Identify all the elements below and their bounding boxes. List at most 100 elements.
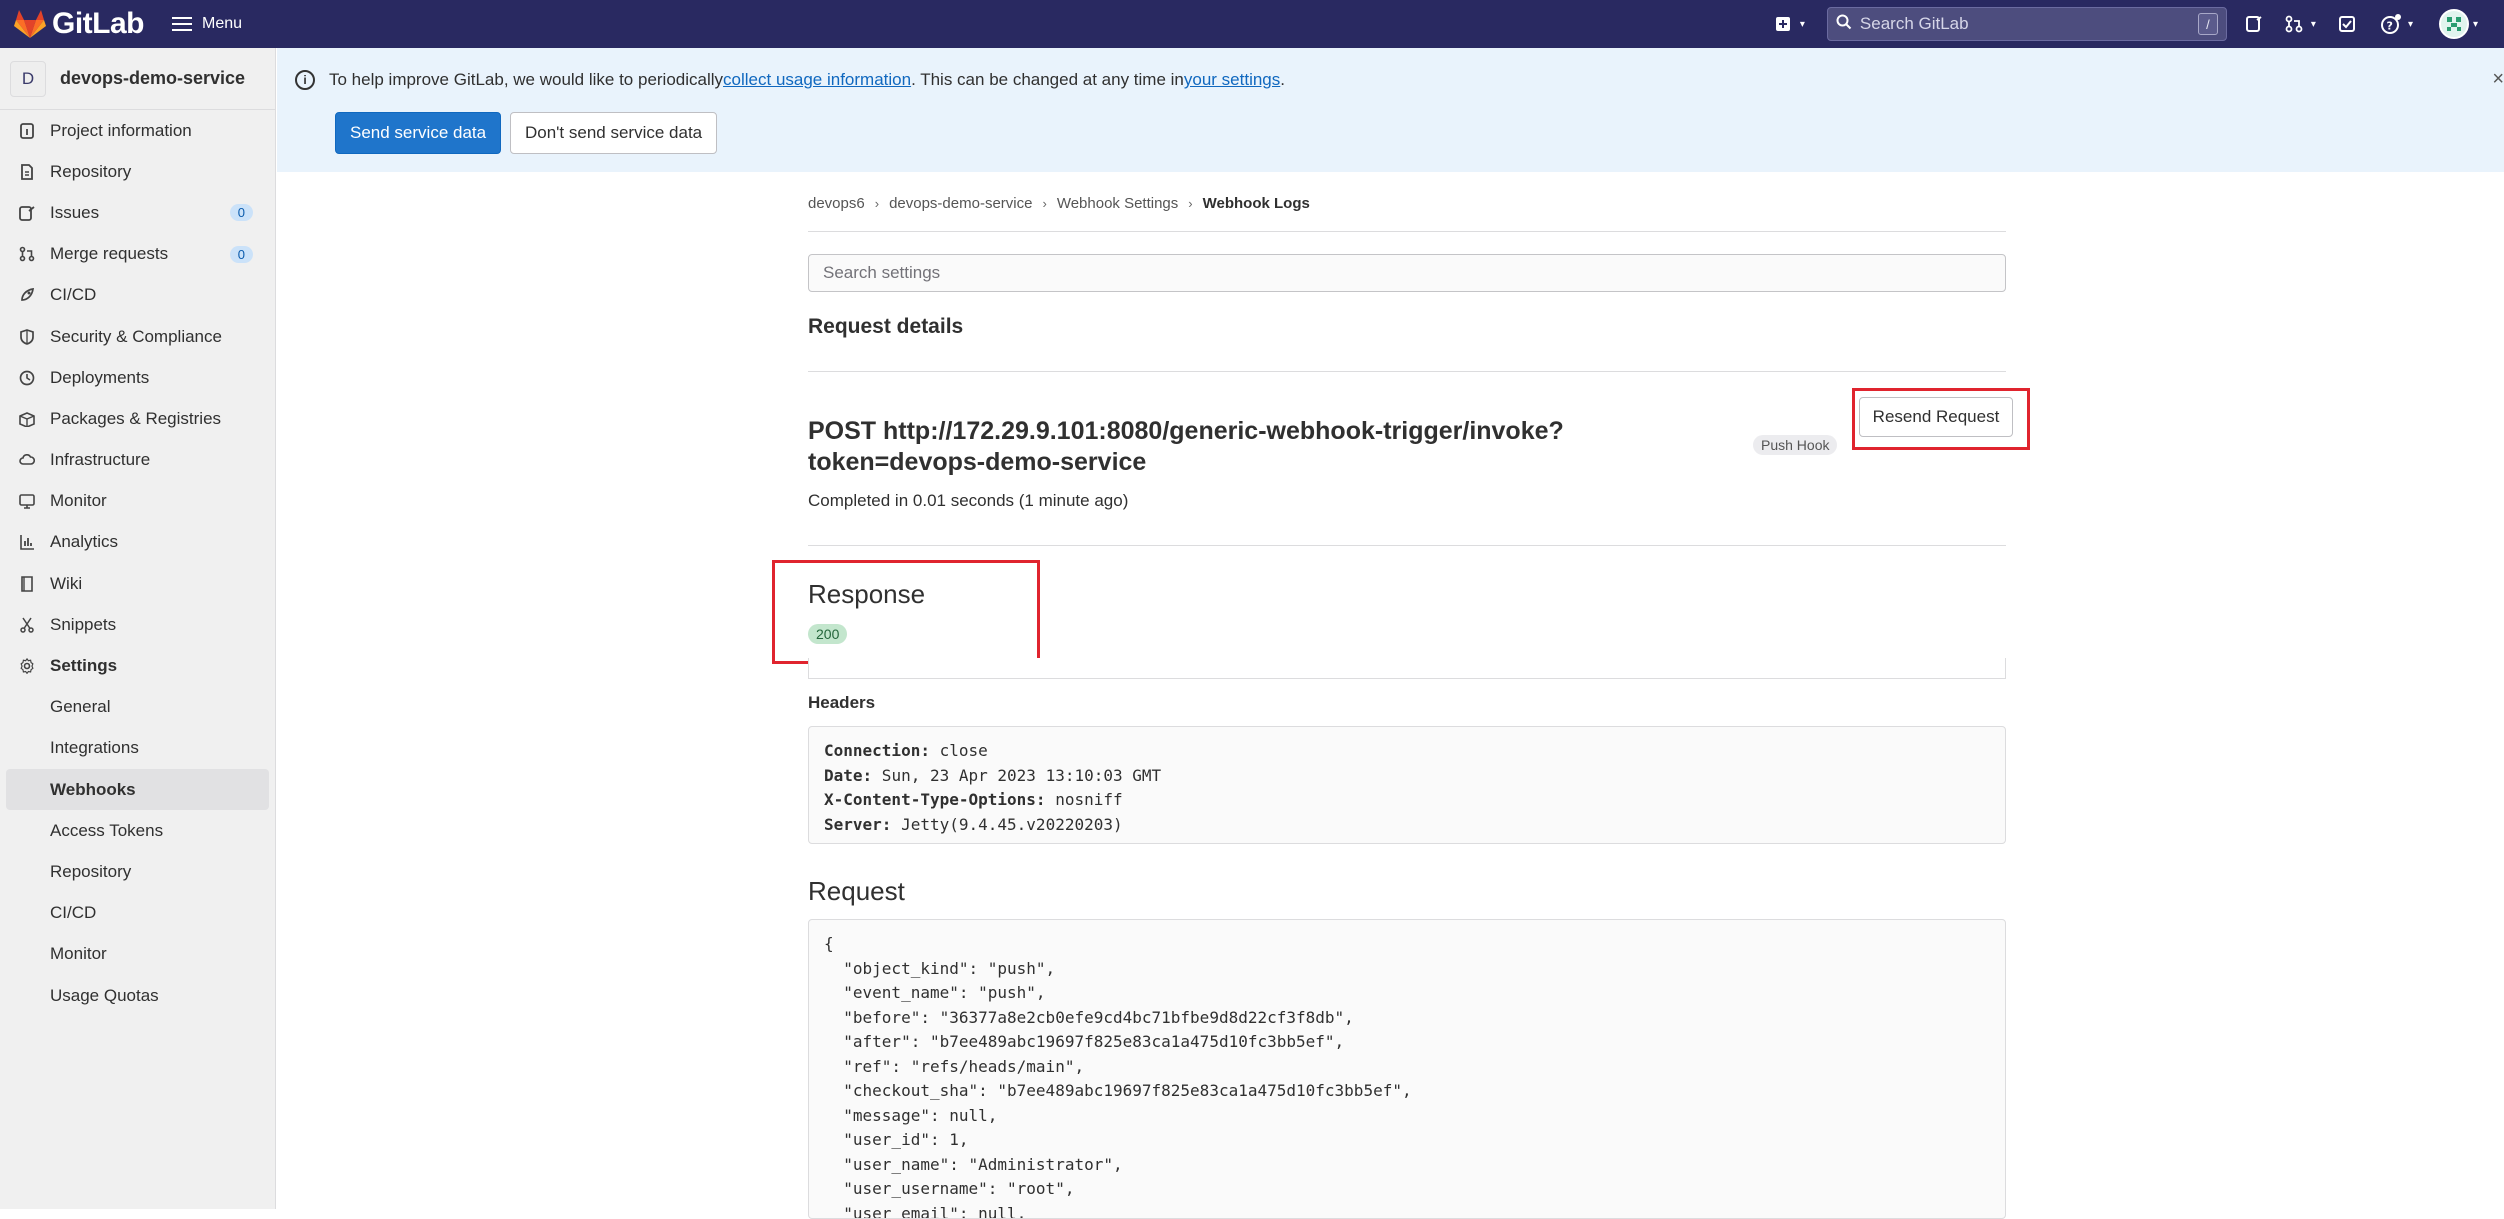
sidebar-item-label: Snippets — [50, 614, 117, 634]
help-icon: ? — [2378, 11, 2404, 37]
chart-icon — [18, 533, 36, 551]
cloud-gear-icon — [18, 451, 36, 469]
sidebar-item-label: Repository — [50, 161, 132, 181]
collect-usage-link[interactable]: collect usage information — [723, 70, 911, 90]
settings-search-input[interactable] — [808, 254, 2006, 292]
settings-sub-general[interactable]: General — [0, 687, 275, 728]
breadcrumb-item[interactable]: devops-demo-service — [889, 195, 1032, 212]
sidebar-item-security-compliance[interactable]: Security & Compliance — [0, 316, 275, 357]
breadcrumb-item[interactable]: Webhook Settings — [1057, 195, 1178, 212]
sidebar-item-repository[interactable]: Repository — [0, 151, 275, 192]
user-avatar — [2438, 9, 2469, 39]
menu-label: Menu — [202, 15, 243, 32]
plus-square-icon — [1770, 11, 1796, 37]
sidebar-item-issues[interactable]: Issues 0 — [0, 192, 275, 233]
headers-label: Headers — [808, 693, 876, 712]
sidebar-item-ci-cd[interactable]: CI/CD — [0, 275, 275, 316]
sidebar-item-label: Infrastructure — [50, 450, 151, 470]
menu-button[interactable]: Menu — [172, 15, 242, 33]
info-icon: i — [295, 70, 315, 90]
divider — [808, 545, 2006, 546]
request-body-box: { "object_kind": "push", "event_name": "… — [808, 919, 2006, 1219]
request-title: Request — [808, 876, 905, 906]
issues-icon — [18, 204, 36, 222]
settings-sub-repository[interactable]: Repository — [0, 851, 275, 892]
sidebar-item-label: Issues — [50, 202, 100, 222]
global-search[interactable]: / — [1826, 7, 2227, 41]
chevron-down-icon: ▾ — [2472, 18, 2478, 30]
settings-sub-integrations[interactable]: Integrations — [0, 728, 275, 769]
search-shortcut-key: / — [2197, 13, 2218, 35]
issues-count-badge: 0 — [229, 204, 253, 222]
response-headers-box: Connection: close Date: Sun, 23 Apr 2023… — [808, 726, 2006, 844]
hook-type-badge: Push Hook — [1753, 435, 1838, 455]
issues-icon[interactable] — [2241, 11, 2267, 37]
usage-ping-banner: i To help improve GitLab, we would like … — [277, 48, 2504, 172]
merge-request-icon — [18, 245, 36, 263]
sidebar-project-header[interactable]: D devops-demo-service — [0, 48, 275, 110]
sidebar-item-project-information[interactable]: Project information — [0, 110, 275, 151]
user-menu[interactable]: ▾ — [2438, 9, 2478, 39]
banner-text-middle: . This can be changed at any time in — [911, 70, 1184, 89]
sidebar-item-label: Settings — [50, 656, 118, 676]
breadcrumb: devops6 › devops-demo-service › Webhook … — [808, 195, 1310, 212]
sidebar-item-infrastructure[interactable]: Infrastructure — [0, 440, 275, 481]
doc-icon — [18, 163, 36, 181]
gitlab-home-link[interactable]: GitLab — [14, 7, 145, 41]
book-icon — [18, 575, 36, 593]
divider — [808, 231, 2006, 232]
divider — [808, 371, 2006, 372]
send-service-data-button[interactable]: Send service data — [335, 112, 502, 154]
sidebar-item-label: Wiki — [50, 573, 83, 593]
merge-requests-dropdown[interactable]: ▾ — [2281, 11, 2316, 37]
sidebar-item-wiki[interactable]: Wiki — [0, 563, 275, 604]
sidebar-item-label: Monitor — [50, 491, 107, 511]
settings-sub-access-tokens[interactable]: Access Tokens — [0, 810, 275, 851]
sidebar-item-merge-requests[interactable]: Merge requests 0 — [0, 234, 275, 275]
todo-check-icon[interactable] — [2334, 11, 2360, 37]
search-input[interactable] — [1859, 14, 2198, 34]
hamburger-icon — [172, 17, 192, 31]
package-icon — [18, 410, 36, 428]
search-icon — [1836, 14, 1852, 35]
sidebar-item-settings[interactable]: Settings — [0, 645, 275, 686]
sidebar-item-label: Project information — [50, 120, 192, 140]
your-settings-link[interactable]: your settings — [1184, 70, 1280, 90]
shield-icon — [18, 328, 36, 346]
request-details-title: Request details — [808, 315, 964, 338]
sidebar-item-label: Security & Compliance — [50, 326, 222, 346]
sidebar-item-monitor[interactable]: Monitor — [0, 481, 275, 522]
monitor-icon — [18, 492, 36, 510]
request-url-line1: POST http://172.29.9.101:8080/generic-we… — [808, 417, 1564, 445]
close-icon[interactable]: × — [2492, 68, 2504, 91]
svg-text:?: ? — [2386, 20, 2392, 33]
deployments-icon — [18, 369, 36, 387]
resend-request-button[interactable]: Resend Request — [1859, 397, 2013, 437]
project-name: devops-demo-service — [60, 68, 246, 88]
settings-sub-usage-quotas[interactable]: Usage Quotas — [0, 975, 275, 1016]
create-new-dropdown[interactable]: ▾ — [1770, 11, 1805, 37]
sidebar-item-snippets[interactable]: Snippets — [0, 604, 275, 645]
project-sidebar: D devops-demo-service Project informatio… — [0, 48, 276, 1209]
settings-sub-ci-cd[interactable]: CI/CD — [0, 893, 275, 934]
highlight-annotation-response — [772, 560, 1040, 664]
breadcrumb-current: Webhook Logs — [1202, 195, 1310, 212]
rocket-icon — [18, 286, 36, 304]
chevron-down-icon: ▾ — [1799, 18, 1805, 30]
sidebar-item-label: CI/CD — [50, 285, 97, 305]
settings-sub-webhooks[interactable]: Webhooks — [6, 769, 269, 811]
response-body-box — [808, 658, 2006, 679]
request-url-line2: token=devops-demo-service — [808, 448, 1147, 476]
sidebar-item-deployments[interactable]: Deployments — [0, 357, 275, 398]
dont-send-service-data-button[interactable]: Don't send service data — [510, 112, 718, 154]
header-line: Connection: close — [824, 741, 988, 760]
settings-sub-monitor[interactable]: Monitor — [0, 934, 275, 975]
chevron-right-icon: › — [1042, 196, 1047, 211]
sidebar-item-label: Deployments — [50, 367, 150, 387]
chevron-down-icon: ▾ — [2407, 18, 2413, 30]
help-dropdown[interactable]: ? ▾ — [2378, 11, 2413, 37]
sidebar-item-analytics[interactable]: Analytics — [0, 522, 275, 563]
breadcrumb-item[interactable]: devops6 — [808, 195, 865, 212]
sidebar-item-packages-registries[interactable]: Packages & Registries — [0, 398, 275, 439]
chevron-down-icon: ▾ — [2310, 18, 2316, 30]
